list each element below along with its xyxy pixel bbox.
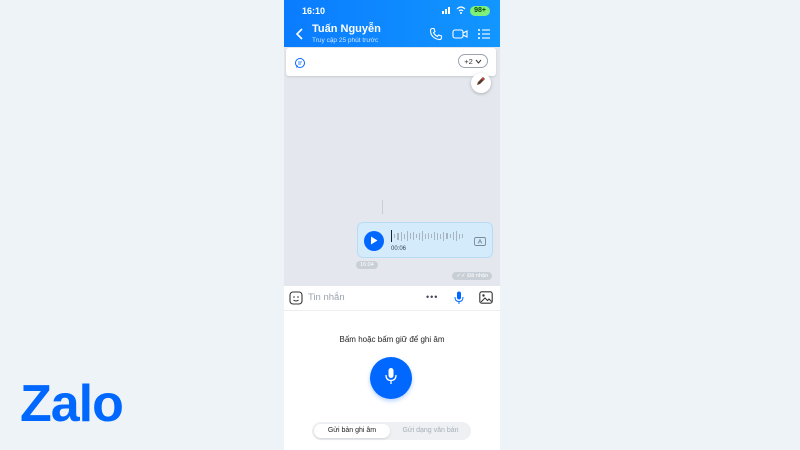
delivery-status-label: Đã nhận: [467, 273, 488, 279]
video-call-icon[interactable]: [452, 27, 468, 41]
microphone-icon[interactable]: [454, 291, 464, 305]
message-input-bar: Tin nhắn •••: [284, 286, 500, 311]
zalo-logo: Zalo: [20, 375, 124, 433]
more-options-icon[interactable]: •••: [426, 292, 438, 302]
phone-icon[interactable]: [429, 27, 443, 41]
chat-header: 16:10 98+ Tuấn Nguyễn Truy cập 25 phút t…: [284, 0, 500, 47]
pinned-messages-bar[interactable]: +2: [286, 48, 496, 76]
back-icon[interactable]: [294, 27, 306, 41]
more-pinned-label: +2: [464, 56, 473, 66]
chat-divider: [382, 200, 383, 214]
chevron-down-icon: [475, 57, 482, 66]
status-time: 16:10: [302, 6, 326, 16]
chat-bubble-icon: [294, 56, 306, 68]
transcribe-icon[interactable]: [474, 235, 486, 246]
wifi-icon: [456, 6, 466, 16]
delivery-status-badge: ✓✓ Đã nhận: [452, 272, 492, 280]
pen-icon: [475, 74, 487, 92]
send-as-text-option[interactable]: Gửi dạng văn bản: [392, 424, 469, 438]
voice-message-bubble[interactable]: 00:06: [357, 222, 493, 258]
play-button[interactable]: [364, 231, 384, 251]
list-menu-icon[interactable]: [477, 27, 491, 41]
send-mode-toggle: Gửi bản ghi âm Gửi dạng văn bản: [312, 422, 471, 440]
edit-pen-button[interactable]: [471, 73, 491, 93]
message-input[interactable]: Tin nhắn: [308, 292, 345, 303]
voice-recording-panel: Bấm hoặc bấm giữ để ghi âm Gửi bản ghi â…: [284, 311, 500, 450]
contact-last-seen: Truy cập 25 phút trước: [312, 37, 379, 44]
microphone-icon: [384, 367, 398, 390]
battery-badge: 98+: [470, 6, 490, 16]
message-time-badge: 16:04: [356, 261, 378, 269]
phone-screen: 16:10 98+ Tuấn Nguyễn Truy cập 25 phút t…: [284, 0, 500, 450]
contact-name[interactable]: Tuấn Nguyễn: [312, 23, 381, 35]
more-pinned-button[interactable]: +2: [458, 54, 488, 68]
audio-waveform[interactable]: [391, 230, 463, 242]
record-button[interactable]: [370, 357, 412, 399]
signal-icon: [442, 6, 452, 16]
status-icons: 98+: [442, 6, 490, 16]
sticker-icon[interactable]: [289, 291, 303, 305]
image-icon[interactable]: [479, 291, 493, 304]
play-icon: [370, 232, 378, 250]
voice-duration: 00:06: [391, 246, 407, 252]
record-hint: Bấm hoặc bấm giữ để ghi âm: [339, 335, 445, 344]
send-recording-option[interactable]: Gửi bản ghi âm: [314, 424, 390, 438]
